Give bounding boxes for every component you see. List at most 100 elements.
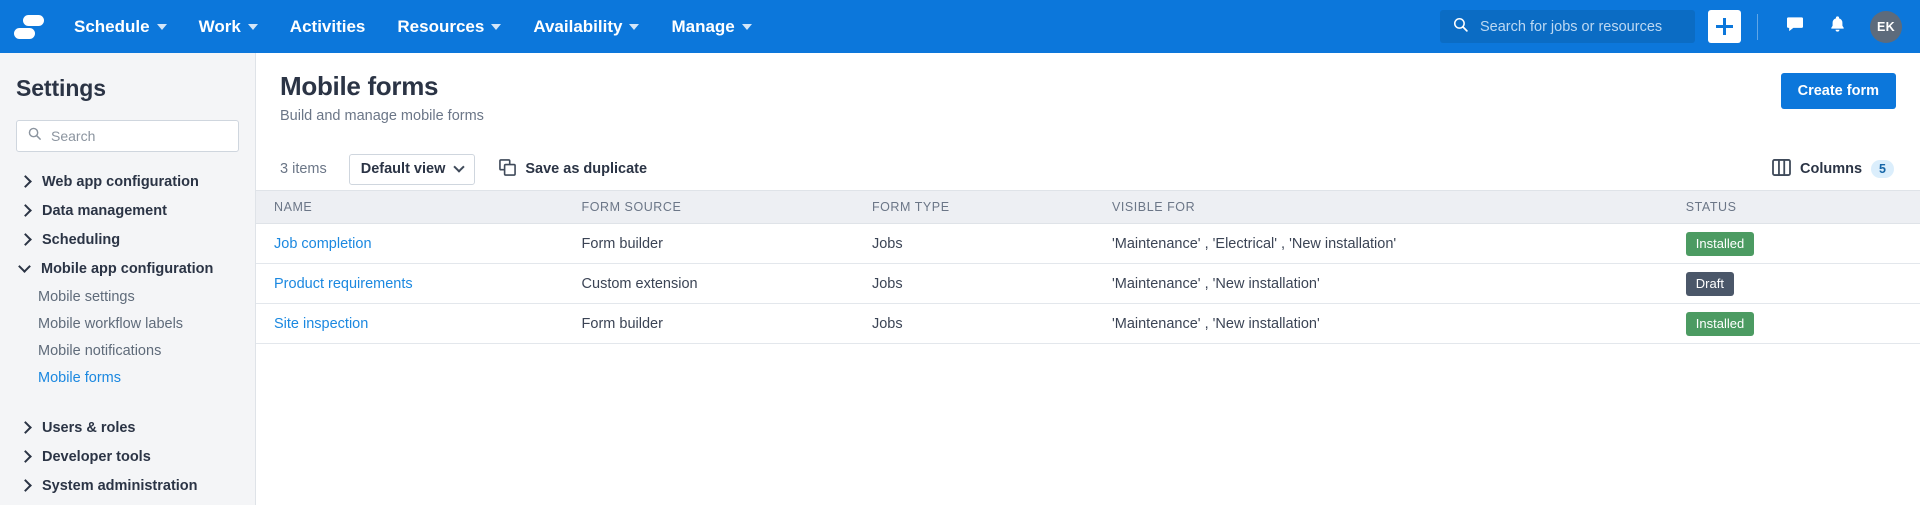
primary-nav-items: Schedule Work Activities Resources Availabil… (58, 0, 768, 53)
column-header-visible-for[interactable]: VISIBLE FOR (1111, 190, 1686, 224)
nav-item-availability[interactable]: Availability (517, 0, 655, 53)
column-header-form-source[interactable]: FORM SOURCE (581, 190, 872, 224)
cell-visible-for: 'Maintenance' , 'New installation' (1111, 263, 1686, 304)
table-row[interactable]: Job completion Form builder Jobs 'Maintenan… (256, 223, 1920, 264)
sidebar-item-data-management[interactable]: Data management (0, 196, 255, 225)
nav-item-label: Work (198, 16, 241, 36)
sidebar-item-label: Web app configuration (42, 173, 199, 190)
column-header-label: STATUS (1685, 200, 1737, 214)
column-header-label: FORM TYPE (871, 200, 950, 214)
sidebar-item-mobile-forms[interactable]: Mobile forms (0, 364, 255, 391)
form-name-link[interactable]: Product requirements (274, 276, 413, 292)
table-body: Job completion Form builder Jobs 'Maintenan… (256, 223, 1920, 344)
save-as-duplicate-label: Save as duplicate (525, 161, 648, 177)
app-logo[interactable] (0, 0, 58, 53)
form-name-link[interactable]: Job completion (274, 236, 372, 252)
form-name-link[interactable]: Site inspection (274, 316, 368, 332)
column-header-label: VISIBLE FOR (1111, 200, 1196, 214)
chat-bubble-icon (1785, 14, 1805, 39)
nav-item-resources[interactable]: Resources (381, 0, 517, 53)
column-header-form-type[interactable]: FORM TYPE (871, 190, 1112, 224)
sidebar-nav-list: Web app configuration Data management Sche… (0, 167, 255, 500)
sidebar-item-label: Mobile settings (38, 288, 135, 305)
sidebar-item-label: Mobile notifications (38, 342, 162, 359)
forms-table-wrapper: NAME FORM SOURCE FORM TYPE VISIBLE FOR STATU… (256, 190, 1920, 344)
page-header: Mobile forms Build and manage mobile for… (256, 53, 1920, 124)
cell-name: Site inspection (256, 303, 582, 344)
sidebar-item-label: Scheduling (42, 231, 121, 248)
sidebar-item-system-administration[interactable]: System administration (0, 471, 255, 500)
chevron-down-icon (491, 23, 502, 30)
column-header-name[interactable]: NAME (256, 190, 582, 224)
sidebar-item-mobile-notifications[interactable]: Mobile notifications (0, 337, 255, 364)
create-form-button[interactable]: Create form (1780, 73, 1896, 109)
sidebar-search-input[interactable]: Search (16, 120, 239, 152)
cell-form-source-value: Custom extension (581, 275, 698, 292)
nav-item-manage[interactable]: Manage (655, 0, 767, 53)
chevron-right-icon (19, 479, 32, 492)
chevron-right-icon (19, 204, 32, 217)
column-header-label: NAME (274, 200, 313, 214)
cell-name: Job completion (256, 223, 582, 264)
column-header-label: FORM SOURCE (581, 200, 682, 214)
search-icon (27, 126, 42, 146)
nav-item-work[interactable]: Work (183, 0, 274, 53)
sidebar-item-label: Developer tools (42, 448, 151, 465)
user-avatar[interactable]: EK (1870, 10, 1902, 43)
plus-icon (1716, 18, 1733, 35)
view-selector[interactable]: Default view (348, 153, 476, 185)
sidebar-item-developer-tools[interactable]: Developer tools (0, 442, 255, 471)
items-count: 3 items (280, 161, 327, 177)
sidebar-item-label: Mobile forms (38, 369, 121, 386)
chevron-down-icon (741, 23, 752, 30)
chevron-down-icon (247, 23, 258, 30)
column-header-status[interactable]: STATUS (1685, 190, 1920, 224)
nav-item-label: Availability (533, 16, 623, 36)
sidebar-search-placeholder: Search (51, 128, 96, 144)
global-search[interactable]: Search for jobs or resources (1440, 10, 1695, 43)
chevron-right-icon (19, 421, 32, 434)
bell-icon (1828, 14, 1847, 39)
nav-item-label: Manage (671, 16, 735, 36)
sidebar-item-mobile-app-configuration[interactable]: Mobile app configuration (0, 254, 255, 283)
forms-table: NAME FORM SOURCE FORM TYPE VISIBLE FOR STATU… (256, 190, 1920, 344)
messages-button[interactable] (1778, 10, 1812, 44)
create-new-button[interactable] (1708, 10, 1741, 43)
sidebar-item-scheduling[interactable]: Scheduling (0, 225, 255, 254)
cell-form-type-value: Jobs (871, 275, 903, 292)
sidebar-item-web-app-configuration[interactable]: Web app configuration (0, 167, 255, 196)
sidebar-item-users-roles[interactable]: Users & roles (0, 413, 255, 442)
cell-status: Installed (1685, 303, 1920, 344)
main-content: Mobile forms Build and manage mobile for… (256, 53, 1920, 505)
chevron-down-icon (629, 23, 640, 30)
cell-visible-for: 'Maintenance' , 'Electrical' , 'New inst… (1111, 223, 1686, 264)
sidebar-item-mobile-workflow-labels[interactable]: Mobile workflow labels (0, 310, 255, 337)
chevron-down-icon (18, 260, 31, 273)
sidebar-item-label: Mobile workflow labels (38, 315, 184, 332)
cell-form-source-value: Form builder (581, 235, 663, 252)
save-as-duplicate-button[interactable]: Save as duplicate (497, 155, 649, 184)
cell-form-source: Form builder (581, 223, 872, 264)
copy-icon (499, 158, 517, 180)
nav-item-activities[interactable]: Activities (274, 0, 382, 53)
nav-item-schedule[interactable]: Schedule (58, 0, 183, 53)
cell-form-type-value: Jobs (871, 315, 903, 332)
columns-label: Columns (1800, 161, 1863, 177)
chevron-right-icon (19, 450, 32, 463)
table-row[interactable]: Product requirements Custom extension Jobs… (256, 263, 1920, 304)
sidebar-item-mobile-settings[interactable]: Mobile settings (0, 283, 255, 310)
top-nav-right-controls: Search for jobs or resources EK (1440, 0, 1920, 53)
table-row[interactable]: Site inspection Form builder Jobs 'Maintena… (256, 303, 1920, 344)
cell-visible-for-value: 'Maintenance' , 'New installation' (1111, 275, 1320, 292)
nav-divider (1757, 13, 1758, 40)
columns-count-badge: 5 (1871, 160, 1894, 178)
chevron-down-icon (156, 23, 167, 30)
cell-form-type: Jobs (871, 303, 1112, 344)
page-subtitle: Build and manage mobile forms (280, 108, 484, 124)
page-title: Mobile forms (280, 71, 439, 101)
columns-button[interactable]: Columns 5 (1770, 155, 1896, 184)
nav-item-label: Resources (397, 16, 485, 36)
cell-form-source-value: Form builder (581, 315, 663, 332)
notifications-button[interactable] (1820, 10, 1854, 44)
sidebar-item-label: Users & roles (42, 419, 136, 436)
